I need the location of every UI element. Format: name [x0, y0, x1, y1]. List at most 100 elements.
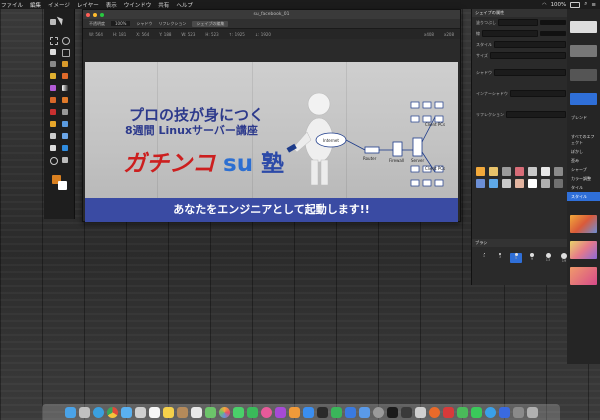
menu-view[interactable]: 表示: [106, 1, 117, 9]
pencil-tool-icon[interactable]: [50, 73, 56, 79]
style-swatch[interactable]: [528, 167, 537, 176]
smudge-tool-icon[interactable]: [62, 109, 68, 115]
blur-tool-icon[interactable]: [62, 121, 68, 127]
effect-tile[interactable]: タイル: [567, 183, 600, 192]
brush-preset[interactable]: 13: [542, 253, 554, 263]
effect-thumb[interactable]: [570, 21, 597, 33]
safari-icon[interactable]: [92, 406, 104, 418]
menu-list-icon[interactable]: ≡: [591, 2, 596, 8]
system-prefs-icon[interactable]: [372, 406, 384, 418]
effect-sharpen[interactable]: シャープ: [567, 165, 600, 174]
menu-file[interactable]: ファイル: [1, 1, 23, 9]
marquee-tool-icon[interactable]: [50, 37, 58, 45]
style-swatch[interactable]: [515, 179, 524, 188]
inner-shadow-field[interactable]: [509, 90, 566, 97]
clone-tool-icon[interactable]: [50, 97, 56, 103]
style-swatch[interactable]: [476, 167, 485, 176]
menu-share[interactable]: 共有: [158, 1, 169, 9]
trash-icon[interactable]: [526, 406, 538, 418]
xcode-icon[interactable]: [358, 406, 370, 418]
effect-thumb[interactable]: [570, 93, 597, 105]
battery-level[interactable]: 100%: [551, 2, 567, 8]
brush-tool-icon[interactable]: [62, 61, 68, 67]
opacity-label[interactable]: 不透明度: [89, 21, 105, 27]
notes-icon[interactable]: [162, 406, 174, 418]
style-swatch[interactable]: [541, 179, 550, 188]
style-swatch[interactable]: [515, 167, 524, 176]
activity-monitor-icon[interactable]: [400, 406, 412, 418]
rectangle-tool-icon[interactable]: [62, 145, 68, 151]
preview-icon[interactable]: [414, 406, 426, 418]
effect-thumb[interactable]: [570, 45, 597, 57]
style-swatch[interactable]: [489, 179, 498, 188]
reflection-field[interactable]: [506, 111, 566, 118]
move-tool-icon[interactable]: [50, 19, 56, 25]
search-icon[interactable]: ⌕: [584, 1, 587, 8]
shape-tool-icon[interactable]: [62, 133, 68, 139]
style-swatch[interactable]: [554, 179, 563, 188]
photos-app-icon[interactable]: [218, 406, 230, 418]
brush-preset[interactable]: 1: [478, 253, 490, 263]
fill-swatch[interactable]: [540, 20, 566, 25]
style-preview[interactable]: [570, 241, 597, 259]
menu-edit[interactable]: 編集: [30, 1, 41, 9]
keynote-icon[interactable]: [344, 406, 356, 418]
style-swatch[interactable]: [554, 167, 563, 176]
app-store-icon[interactable]: [302, 406, 314, 418]
style-preview[interactable]: [570, 215, 597, 233]
arrow-tool-icon[interactable]: [56, 14, 66, 26]
style-swatch[interactable]: [502, 179, 511, 188]
edit-shape-button[interactable]: シェイプの編集: [192, 20, 229, 27]
text-tool-icon[interactable]: [50, 145, 56, 151]
eyedropper-icon[interactable]: [50, 61, 56, 67]
hand-tool-icon[interactable]: [62, 157, 68, 163]
magic-wand-icon[interactable]: [50, 49, 56, 55]
calendar-icon[interactable]: [148, 406, 160, 418]
style-preview[interactable]: [570, 267, 597, 285]
messages-icon[interactable]: [232, 406, 244, 418]
stroke-swatch[interactable]: [540, 31, 566, 36]
chrome-icon[interactable]: [106, 406, 118, 418]
photos-icon[interactable]: [134, 406, 146, 418]
menu-layer[interactable]: レイヤー: [77, 1, 99, 9]
menu-window[interactable]: ウインドウ: [124, 1, 152, 9]
podcasts-icon[interactable]: [274, 406, 286, 418]
line-icon[interactable]: [470, 406, 482, 418]
reflection-toggle[interactable]: リフレクション: [158, 21, 186, 27]
books-icon[interactable]: [288, 406, 300, 418]
bold-app-icon[interactable]: [442, 406, 454, 418]
battery-icon[interactable]: [570, 1, 581, 8]
style-field[interactable]: [494, 41, 566, 48]
eraser-tool-icon[interactable]: [62, 73, 68, 79]
red-eye-tool-icon[interactable]: [50, 109, 56, 115]
brush-preset[interactable]: 5: [510, 253, 522, 263]
numbers-icon[interactable]: [330, 406, 342, 418]
effect-distort[interactable]: 歪み: [567, 156, 600, 165]
menu-help[interactable]: ヘルプ: [176, 1, 193, 9]
style-swatch[interactable]: [476, 179, 485, 188]
menu-image[interactable]: イメージ: [48, 1, 70, 9]
effect-thumb[interactable]: [570, 69, 597, 81]
shadow-toggle[interactable]: シャドウ: [136, 21, 152, 27]
pixelmator-icon[interactable]: [316, 406, 328, 418]
background-color-icon[interactable]: [58, 181, 67, 190]
finder-icon[interactable]: [64, 406, 76, 418]
maps-icon[interactable]: [204, 406, 216, 418]
launchpad-icon[interactable]: [78, 406, 90, 418]
gradient-tool-icon[interactable]: [62, 85, 68, 91]
shadow-field[interactable]: [494, 69, 566, 76]
terminal-icon[interactable]: [386, 406, 398, 418]
skype-icon[interactable]: [484, 406, 496, 418]
dodge-tool-icon[interactable]: [50, 121, 56, 127]
fill-tool-icon[interactable]: [50, 85, 56, 91]
dropbox-icon[interactable]: [498, 406, 510, 418]
heal-tool-icon[interactable]: [62, 97, 68, 103]
mail-icon[interactable]: [120, 406, 132, 418]
lasso-tool-icon[interactable]: [62, 37, 70, 45]
evernote-icon[interactable]: [456, 406, 468, 418]
canvas-image[interactable]: プロの技が身につく 8週間 Linuxサーバー講座 ガチンコ su 塾 Inte…: [85, 62, 458, 222]
facetime-icon[interactable]: [246, 406, 258, 418]
zoom-level[interactable]: 100%: [111, 21, 131, 26]
brush-preset[interactable]: 9: [526, 253, 538, 263]
downloads-icon[interactable]: [512, 406, 524, 418]
